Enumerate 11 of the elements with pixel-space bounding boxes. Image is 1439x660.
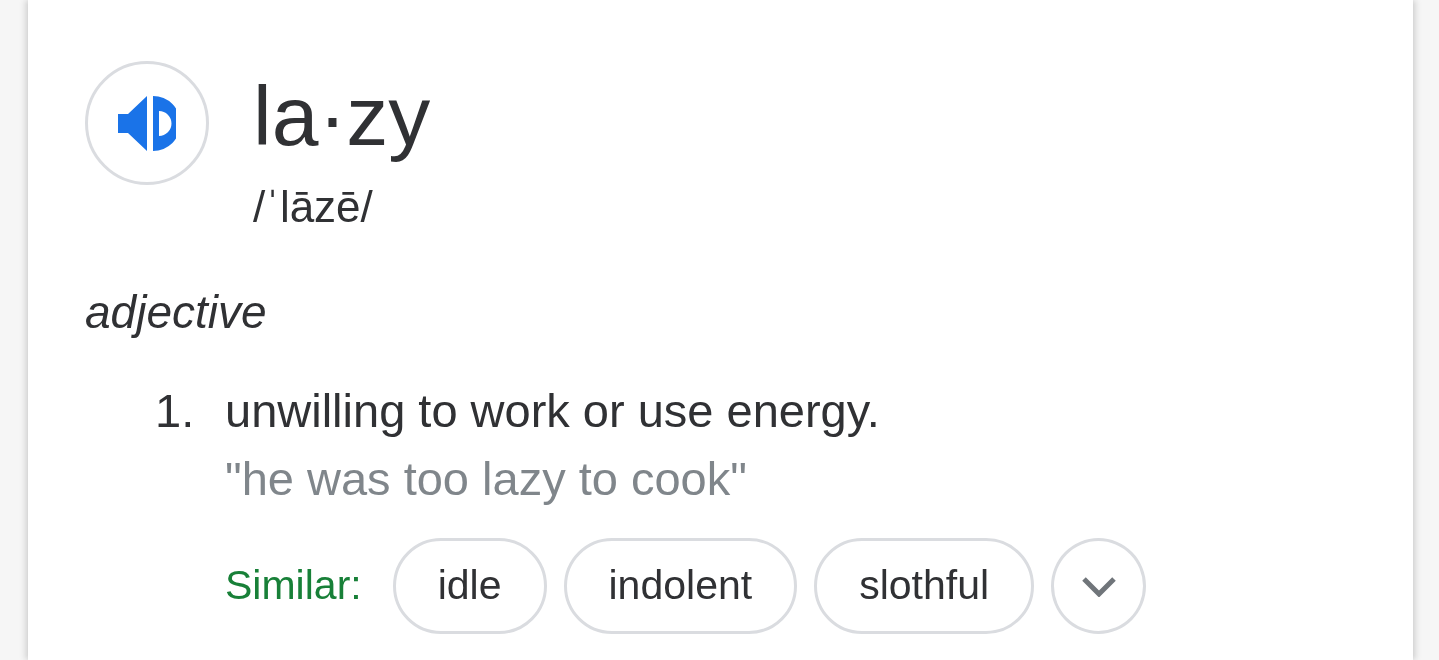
speaker-icon xyxy=(118,95,176,151)
synonym-chip[interactable]: indolent xyxy=(563,538,798,634)
sense-number: 1. xyxy=(155,383,195,439)
part-of-speech: adjective xyxy=(85,285,268,340)
pronunciation: /ˈlāzē/ xyxy=(253,181,374,233)
definition-text: unwilling to work or use energy. xyxy=(225,383,881,439)
similar-label: Similar: xyxy=(225,561,362,611)
synonym-chip[interactable]: slothful xyxy=(814,538,1035,634)
example-sentence: "he was too lazy to cook" xyxy=(225,451,748,507)
chevron-down-icon xyxy=(1080,575,1117,597)
synonym-chip[interactable]: idle xyxy=(392,538,547,634)
